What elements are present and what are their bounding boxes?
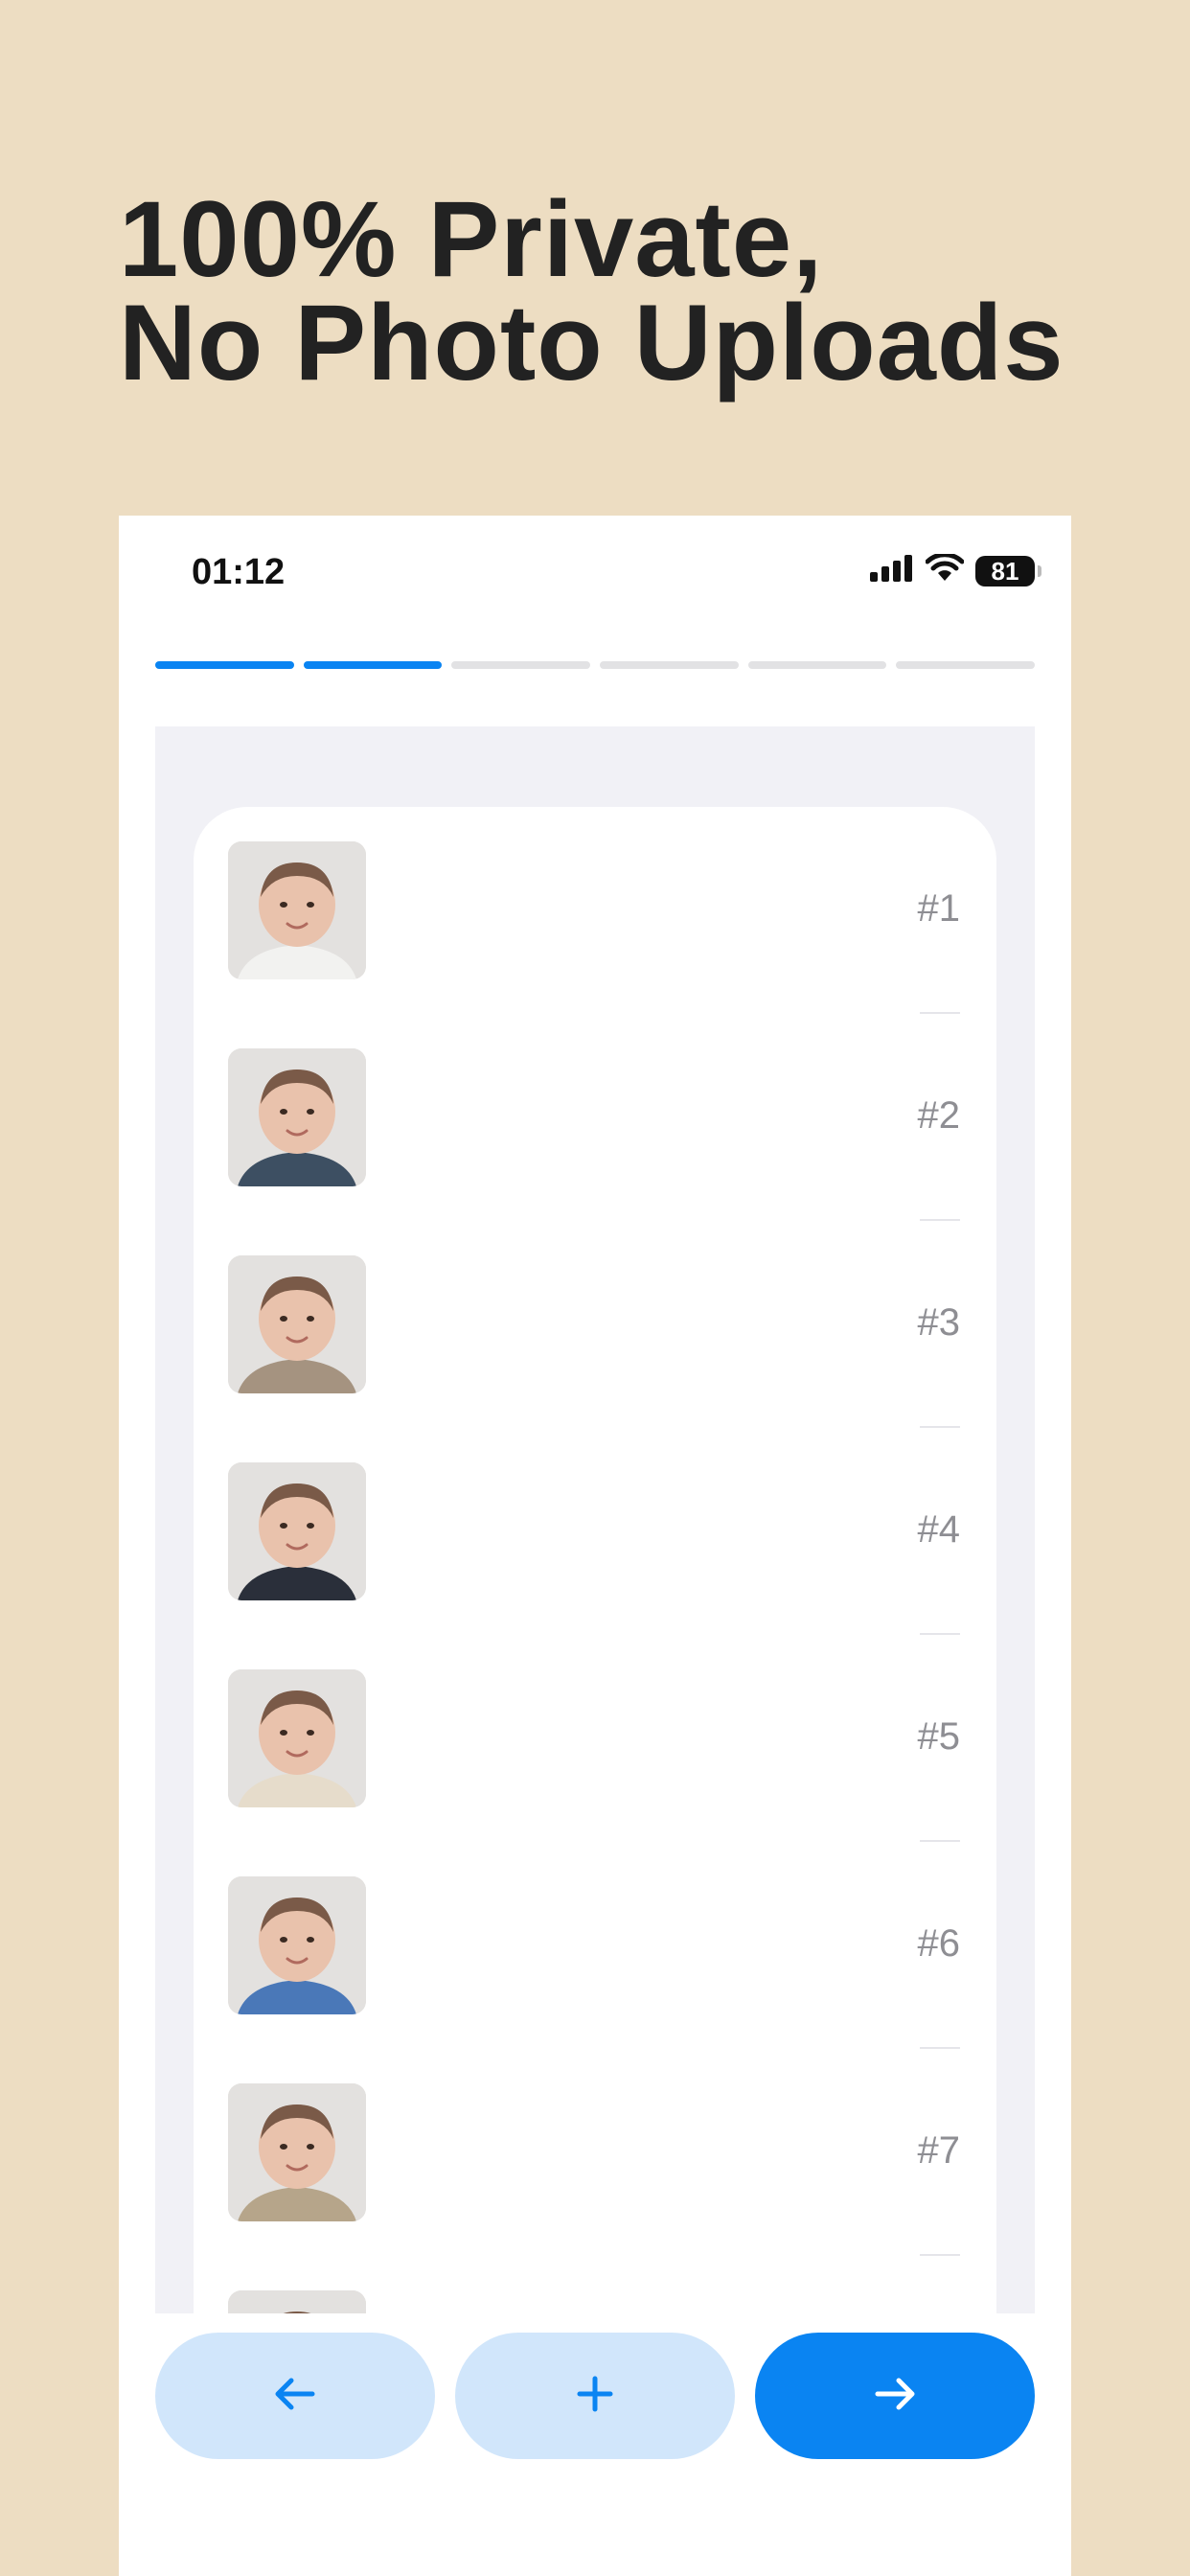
arrow-right-icon xyxy=(874,2377,916,2416)
headline-line-2: No Photo Uploads xyxy=(119,283,1064,402)
plus-icon xyxy=(576,2375,614,2418)
photo-thumbnail[interactable] xyxy=(228,1876,366,2014)
progress-step xyxy=(896,661,1036,669)
photo-thumbnail[interactable] xyxy=(228,1462,366,1600)
photo-index-label: #1 xyxy=(917,887,961,930)
photo-thumbnail[interactable] xyxy=(228,1669,366,1807)
next-button[interactable] xyxy=(755,2333,1035,2459)
headline-line-1: 100% Private, xyxy=(119,179,824,299)
progress-step xyxy=(155,661,294,669)
photo-index-label: #2 xyxy=(917,1094,961,1137)
list-item[interactable]: #2 xyxy=(194,1014,996,1221)
arrow-left-icon xyxy=(274,2377,316,2416)
progress-step xyxy=(747,661,887,669)
progress-step xyxy=(303,661,443,669)
status-icons: 81 xyxy=(870,552,1041,587)
headline: 100% Private, No Photo Uploads xyxy=(119,179,1077,402)
wifi-icon xyxy=(925,552,965,587)
photo-index-label: #3 xyxy=(917,1301,961,1344)
list-item[interactable]: #7 xyxy=(194,2049,996,2256)
bottom-button-bar xyxy=(155,2333,1035,2459)
photo-index-label: #4 xyxy=(917,1508,961,1551)
list-item[interactable]: #6 xyxy=(194,1842,996,2049)
battery-icon: 81 xyxy=(975,555,1041,586)
list-item[interactable]: #1 xyxy=(194,807,996,1014)
progress-step xyxy=(451,661,591,669)
list-item[interactable] xyxy=(194,2256,996,2313)
photo-thumbnail[interactable] xyxy=(228,1255,366,1393)
back-button[interactable] xyxy=(155,2333,435,2459)
photo-index-label: #5 xyxy=(917,1715,961,1758)
list-item[interactable]: #3 xyxy=(194,1221,996,1428)
photo-index-label: #6 xyxy=(917,1922,961,1965)
photo-thumbnail[interactable] xyxy=(228,2083,366,2221)
photo-thumbnail[interactable] xyxy=(228,841,366,979)
list-item[interactable]: #4 xyxy=(194,1428,996,1635)
photo-thumbnail[interactable] xyxy=(228,2290,366,2313)
photo-index-label: #7 xyxy=(917,2129,961,2172)
status-bar: 01:12 81 xyxy=(119,516,1071,631)
progress-step xyxy=(600,661,739,669)
status-time: 01:12 xyxy=(192,552,286,592)
signal-icon xyxy=(870,555,914,586)
progress-steps xyxy=(155,661,1036,669)
phone-screen: 01:12 81 #1 #2 #3 #4 #5 #6 #7 xyxy=(119,516,1071,2576)
list-item[interactable]: #5 xyxy=(194,1635,996,1842)
photo-list-card: #1 #2 #3 #4 #5 #6 #7 xyxy=(194,807,996,2313)
add-photo-button[interactable] xyxy=(455,2333,735,2459)
photo-thumbnail[interactable] xyxy=(228,1048,366,1186)
content-area: #1 #2 #3 #4 #5 #6 #7 xyxy=(155,726,1035,2313)
